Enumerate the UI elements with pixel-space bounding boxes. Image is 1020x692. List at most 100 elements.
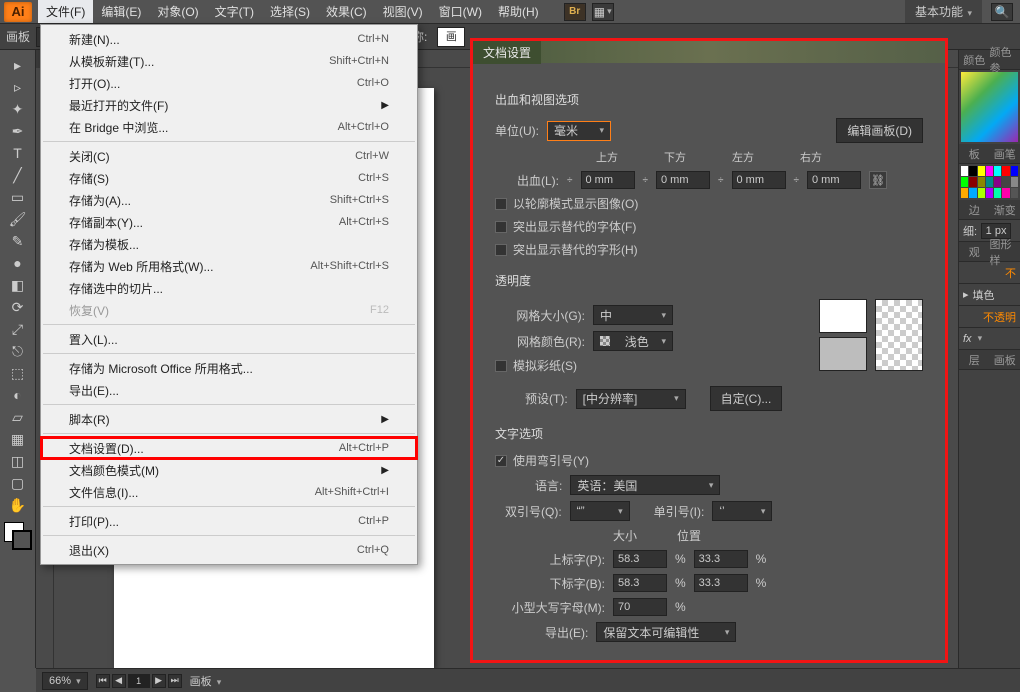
tool-artboard[interactable]: ▢ (6, 472, 30, 494)
tool-rect[interactable]: ▭ (6, 186, 30, 208)
file-menu-item[interactable]: 文件信息(I)...Alt+Shift+Ctrl+I (41, 481, 417, 503)
smallcaps-value[interactable] (613, 598, 667, 616)
tool-rotate[interactable]: ⟳ (6, 296, 30, 318)
menu-select[interactable]: 选择(S) (262, 0, 318, 23)
bleed-bottom[interactable] (656, 171, 710, 189)
tool-width[interactable]: ⎋ (6, 340, 30, 362)
language-select[interactable]: 英语：美国▾ (570, 475, 720, 495)
artboard-prev[interactable]: ◀ (112, 674, 126, 688)
menu-edit[interactable]: 编辑(E) (93, 0, 149, 23)
artboard-nav-label[interactable]: 画板 ▾ (190, 673, 222, 689)
bleed-right[interactable] (807, 171, 861, 189)
superscript-size[interactable] (613, 550, 667, 568)
chk-curly-quotes[interactable]: 使用弯引号(Y) (495, 452, 923, 469)
preset-select[interactable]: [中分辨率]▾ (576, 389, 686, 409)
file-menu-item[interactable]: 脚本(R)▶ (41, 408, 417, 430)
file-menu-item[interactable]: 在 Bridge 中浏览...Alt+Ctrl+O (41, 116, 417, 138)
tool-pen[interactable]: ✒ (6, 120, 30, 142)
color-spectrum[interactable] (961, 72, 1018, 142)
grid-color-select[interactable]: 浅色▾ (593, 331, 673, 351)
menu-file[interactable]: 文件(F) (38, 0, 93, 23)
tool-brush[interactable]: 🖌 (6, 208, 30, 230)
menu-effect[interactable]: 效果(C) (318, 0, 375, 23)
chk-sub-glyphs[interactable]: 突出显示替代的字形(H) (495, 241, 923, 258)
edit-artboards-button[interactable]: 编辑画板(D) (836, 118, 923, 143)
tool-type[interactable]: T (6, 142, 30, 164)
opacity-row[interactable]: 不透明 (959, 306, 1020, 328)
tool-mesh[interactable]: ▦ (6, 428, 30, 450)
superscript-pos[interactable] (694, 550, 748, 568)
fill-stroke-swatch[interactable] (4, 522, 32, 550)
bridge-icon[interactable]: Br (564, 3, 586, 21)
file-menu-item[interactable]: 新建(N)...Ctrl+N (41, 28, 417, 50)
tool-scale[interactable]: ⤢ (6, 318, 30, 340)
fill-row[interactable]: ▸ 填色 (959, 284, 1020, 306)
fx-row[interactable]: fx▾ (959, 328, 1020, 350)
unit-select[interactable]: 毫米▾ (547, 121, 611, 141)
export-select[interactable]: 保留文本可编辑性▾ (596, 622, 736, 642)
file-menu-item[interactable]: 打开(O)...Ctrl+O (41, 72, 417, 94)
tool-eraser[interactable]: ◧ (6, 274, 30, 296)
layout-icon[interactable]: ▦▾ (592, 3, 614, 21)
tab-appearance[interactable]: 观 (959, 242, 990, 261)
file-menu-item[interactable]: 最近打开的文件(F)▶ (41, 94, 417, 116)
tab-color[interactable]: 颜色 (959, 50, 990, 69)
tab-stroke[interactable]: 边 (959, 200, 990, 219)
tool-perspective[interactable]: ▱ (6, 406, 30, 428)
chk-sub-fonts[interactable]: 突出显示替代的字体(F) (495, 218, 923, 235)
file-menu-item[interactable]: 导出(E)... (41, 379, 417, 401)
tool-shapebuilder[interactable]: ◐ (6, 384, 30, 406)
workspace-switcher[interactable]: 基本功能 ▾ (905, 0, 982, 23)
file-menu-item[interactable]: 存储(S)Ctrl+S (41, 167, 417, 189)
tab-graphic-styles[interactable]: 图形样 (990, 242, 1020, 261)
grid-size-select[interactable]: 中▾ (593, 305, 673, 325)
tab-colorguide[interactable]: 颜色参 (990, 50, 1020, 69)
artboard-last[interactable]: ⏭ (168, 674, 182, 688)
tab-artboards[interactable]: 画板 (990, 350, 1020, 369)
single-quote-select[interactable]: ‘’▾ (712, 501, 772, 521)
chk-sim-paper[interactable]: 模拟彩纸(S) (495, 357, 801, 374)
tool-wand[interactable]: ✦ (6, 98, 30, 120)
tool-free[interactable]: ⬚ (6, 362, 30, 384)
double-quote-select[interactable]: “”▾ (570, 501, 630, 521)
artboard-number[interactable]: 1 (128, 674, 150, 688)
bleed-top[interactable] (581, 171, 635, 189)
tool-blob[interactable]: ● (6, 252, 30, 274)
menu-help[interactable]: 帮助(H) (490, 0, 547, 23)
file-menu-item[interactable]: 关闭(C)Ctrl+W (41, 145, 417, 167)
tool-hand[interactable]: ✋ (6, 494, 30, 516)
file-menu-item[interactable]: 存储为模板... (41, 233, 417, 255)
file-menu-item[interactable]: 存储为(A)...Shift+Ctrl+S (41, 189, 417, 211)
tab-gradient[interactable]: 渐变 (990, 200, 1020, 219)
search-icon[interactable]: 🔍 (991, 3, 1013, 21)
subscript-pos[interactable] (694, 574, 748, 592)
chk-outline[interactable]: 以轮廓模式显示图像(O) (495, 195, 923, 212)
file-menu-item[interactable]: 存储副本(Y)...Alt+Ctrl+S (41, 211, 417, 233)
file-menu-item[interactable]: 退出(X)Ctrl+Q (41, 539, 417, 561)
tab-panel[interactable]: 板 (959, 144, 990, 163)
menu-object[interactable]: 对象(O) (149, 0, 206, 23)
tool-line[interactable]: ╱ (6, 164, 30, 186)
file-menu-item[interactable]: 从模板新建(T)...Shift+Ctrl+N (41, 50, 417, 72)
zoom-field[interactable]: 66% ▾ (42, 672, 88, 690)
dialog-titlebar[interactable]: 文档设置 (473, 41, 945, 63)
menu-view[interactable]: 视图(V) (375, 0, 431, 23)
tool-pencil[interactable]: ✎ (6, 230, 30, 252)
custom-button[interactable]: 自定(C)... (710, 386, 783, 411)
file-menu-item[interactable]: 文档设置(D)...Alt+Ctrl+P (41, 437, 417, 459)
bleed-left[interactable] (732, 171, 786, 189)
file-menu-item[interactable]: 文档颜色模式(M)▶ (41, 459, 417, 481)
file-menu-item[interactable]: 打印(P)...Ctrl+P (41, 510, 417, 532)
file-menu-item[interactable]: 存储为 Web 所用格式(W)...Alt+Shift+Ctrl+S (41, 255, 417, 277)
tool-direct[interactable]: ▹ (6, 76, 30, 98)
subscript-size[interactable] (613, 574, 667, 592)
tab-layers[interactable]: 层 (959, 350, 990, 369)
bleed-link-icon[interactable]: ⛓ (869, 171, 887, 189)
tool-gradient[interactable]: ◫ (6, 450, 30, 472)
tool-selection[interactable]: ▸ (6, 54, 30, 76)
file-menu-item[interactable]: 存储为 Microsoft Office 所用格式... (41, 357, 417, 379)
swatch-grid[interactable] (959, 164, 1020, 200)
menu-type[interactable]: 文字(T) (207, 0, 262, 23)
file-menu-item[interactable]: 存储选中的切片... (41, 277, 417, 299)
tab-brush[interactable]: 画笔 (990, 144, 1020, 163)
